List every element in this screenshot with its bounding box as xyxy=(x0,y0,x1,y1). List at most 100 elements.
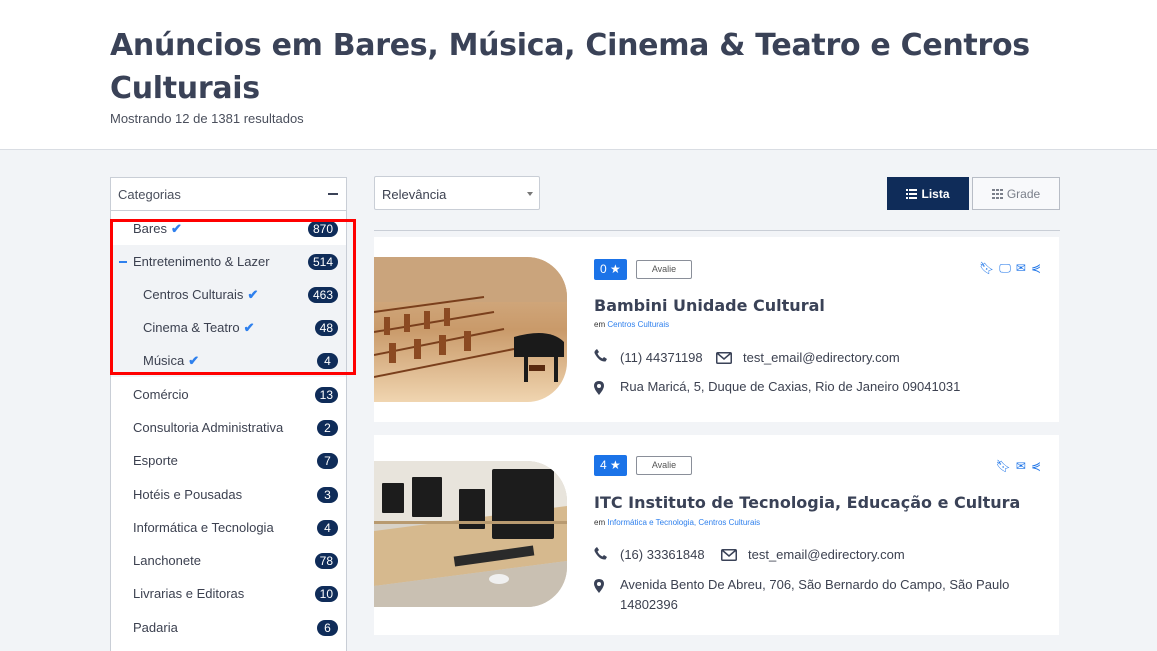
category-label: Centros Culturais xyxy=(143,287,244,302)
category-item-esporte[interactable]: Esporte 7 xyxy=(111,444,346,477)
listing-photo[interactable] xyxy=(374,461,567,607)
listing-address-line: Avenida Bento De Abreu, 706, São Bernard… xyxy=(620,577,1010,592)
category-label: Comércio xyxy=(133,387,189,402)
check-icon: ✔ xyxy=(247,287,259,302)
minus-icon[interactable] xyxy=(119,261,127,263)
category-count: 7 xyxy=(317,453,338,469)
review-button[interactable]: Avalie xyxy=(636,456,692,475)
category-count: 514 xyxy=(307,254,338,270)
list-icon xyxy=(906,188,918,199)
category-item-informatica[interactable]: Informática e Tecnologia 4 xyxy=(111,511,346,544)
category-count: 2 xyxy=(317,420,338,436)
bookmark-icon[interactable]: 🔖︎ xyxy=(979,261,994,276)
listing-address: Rua Maricá, 5, Duque de Caxias, Rio de J… xyxy=(620,379,961,394)
category-count: 4 xyxy=(317,353,338,369)
category-label: Livrarias e Editoras xyxy=(133,586,245,601)
sort-select[interactable]: Relevância xyxy=(374,176,540,210)
category-item-bares[interactable]: Bares ✔ 870 xyxy=(111,212,346,245)
category-label: Consultoria Administrativa xyxy=(133,420,284,435)
phone-icon xyxy=(594,349,607,367)
category-item-lanchonete[interactable]: Lanchonete 78 xyxy=(111,544,346,577)
listing-actions: 🔖︎ 🖵︎ ✉ ⋞ xyxy=(979,261,1041,276)
bookmark-icon[interactable]: 🔖︎ xyxy=(996,459,1011,473)
check-icon: ✔ xyxy=(170,221,182,236)
listing-email[interactable]: test_email@edirectory.com xyxy=(743,350,900,365)
page-title: Anúncios em Bares, Música, Cinema & Teat… xyxy=(110,28,1030,106)
listing-actions: 🔖︎ ✉ ⋞ xyxy=(996,459,1041,473)
listing-email[interactable]: test_email@edirectory.com xyxy=(748,547,905,562)
share-icon[interactable]: ⋞ xyxy=(1031,459,1041,473)
category-item-cinema-teatro[interactable]: Cinema & Teatro ✔ 48 xyxy=(111,311,346,344)
listing-categories: em Centros Culturais xyxy=(594,320,670,329)
categories-heading: Categorias xyxy=(118,187,181,202)
star-icon: ★ xyxy=(610,458,621,472)
divider xyxy=(374,230,1060,231)
results-count: Mostrando 12 de 1381 resultados xyxy=(110,111,304,126)
concert-hall-image xyxy=(374,257,567,402)
listing-title[interactable]: Bambini Unidade Cultural xyxy=(594,296,825,315)
category-item-musica[interactable]: Música ✔ 4 xyxy=(111,344,346,377)
listing-phone[interactable]: (16) 33361848 xyxy=(620,547,705,562)
category-count: 6 xyxy=(317,620,338,636)
category-item-centros-culturais[interactable]: Centros Culturais ✔ 463 xyxy=(111,278,346,311)
check-icon: ✔ xyxy=(188,353,200,368)
share-icon[interactable]: ⋞ xyxy=(1031,261,1041,276)
chevron-down-icon xyxy=(527,192,533,196)
collapse-icon[interactable] xyxy=(328,193,338,195)
list-view-button[interactable]: Lista xyxy=(887,177,969,210)
category-link[interactable]: Centros Culturais xyxy=(607,320,669,329)
listing-card: 0 ★ Avalie 🔖︎ 🖵︎ ✉ ⋞ Bambini Unidade Cul… xyxy=(374,237,1059,422)
envelope-icon[interactable]: ✉ xyxy=(1016,459,1026,473)
categories-header[interactable]: Categorias xyxy=(111,178,346,211)
category-link[interactable]: Informática e Tecnologia, Centros Cultur… xyxy=(607,518,760,527)
category-label: Bares xyxy=(133,221,167,236)
category-label: Padaria xyxy=(133,620,178,635)
category-count: 48 xyxy=(314,320,338,336)
category-label: Entretenimento & Lazer xyxy=(133,254,270,269)
phone-icon xyxy=(594,547,607,565)
star-icon: ★ xyxy=(610,262,621,276)
rating-badge: 4 ★ xyxy=(594,455,627,476)
envelope-icon[interactable]: ✉ xyxy=(1016,261,1026,276)
review-button[interactable]: Avalie xyxy=(636,260,692,279)
category-item-livrarias[interactable]: Livrarias e Editoras 10 xyxy=(111,577,346,610)
category-label: Cinema & Teatro xyxy=(143,320,240,335)
grid-view-label: Grade xyxy=(1006,186,1041,201)
category-count: 10 xyxy=(314,586,338,602)
page-header: Anúncios em Bares, Música, Cinema & Teat… xyxy=(0,0,1157,150)
map-pin-icon xyxy=(594,381,604,400)
category-label: Esporte xyxy=(133,453,178,468)
listing-phone[interactable]: (11) 44371198 xyxy=(620,350,703,365)
computer-lab-image xyxy=(374,461,567,607)
category-count: 4 xyxy=(317,520,338,536)
category-label: Informática e Tecnologia xyxy=(133,520,274,535)
listing-photo[interactable] xyxy=(374,257,567,402)
category-count: 13 xyxy=(314,387,338,403)
category-item-padaria[interactable]: Padaria 6 xyxy=(111,611,346,644)
envelope-icon xyxy=(716,351,732,369)
sort-value: Relevância xyxy=(382,187,447,202)
listing-categories: em Informática e Tecnologia, Centros Cul… xyxy=(594,518,761,527)
envelope-icon xyxy=(721,548,737,566)
category-sidebar: Categorias Bares ✔ 870 Entretenimento & L… xyxy=(110,177,347,651)
listing-address-zip: 14802396 xyxy=(620,597,678,612)
category-label: Lanchonete xyxy=(133,553,201,568)
category-label: Música xyxy=(143,353,185,368)
category-count: 3 xyxy=(317,487,338,503)
category-item-consultoria[interactable]: Consultoria Administrativa 2 xyxy=(111,411,346,444)
monitor-icon[interactable]: 🖵︎ xyxy=(999,261,1011,276)
category-item-comercio[interactable]: Comércio 13 xyxy=(111,378,346,411)
category-item-hoteis[interactable]: Hotéis e Pousadas 3 xyxy=(111,478,346,511)
category-item-entretenimento[interactable]: Entretenimento & Lazer 514 xyxy=(111,245,346,278)
category-count: 463 xyxy=(307,287,338,303)
listing-card: 4 ★ Avalie 🔖︎ ✉ ⋞ ITC Instituto de Tecno… xyxy=(374,435,1059,635)
category-count: 78 xyxy=(314,553,338,569)
listing-title[interactable]: ITC Instituto de Tecnologia, Educação e … xyxy=(594,493,1020,512)
grid-view-button[interactable]: Grade xyxy=(972,177,1060,210)
category-label: Hotéis e Pousadas xyxy=(133,487,243,502)
list-view-label: Lista xyxy=(921,186,950,201)
grid-icon xyxy=(991,188,1003,199)
category-count: 870 xyxy=(307,221,338,237)
rating-badge: 0 ★ xyxy=(594,259,627,280)
map-pin-icon xyxy=(594,579,604,598)
